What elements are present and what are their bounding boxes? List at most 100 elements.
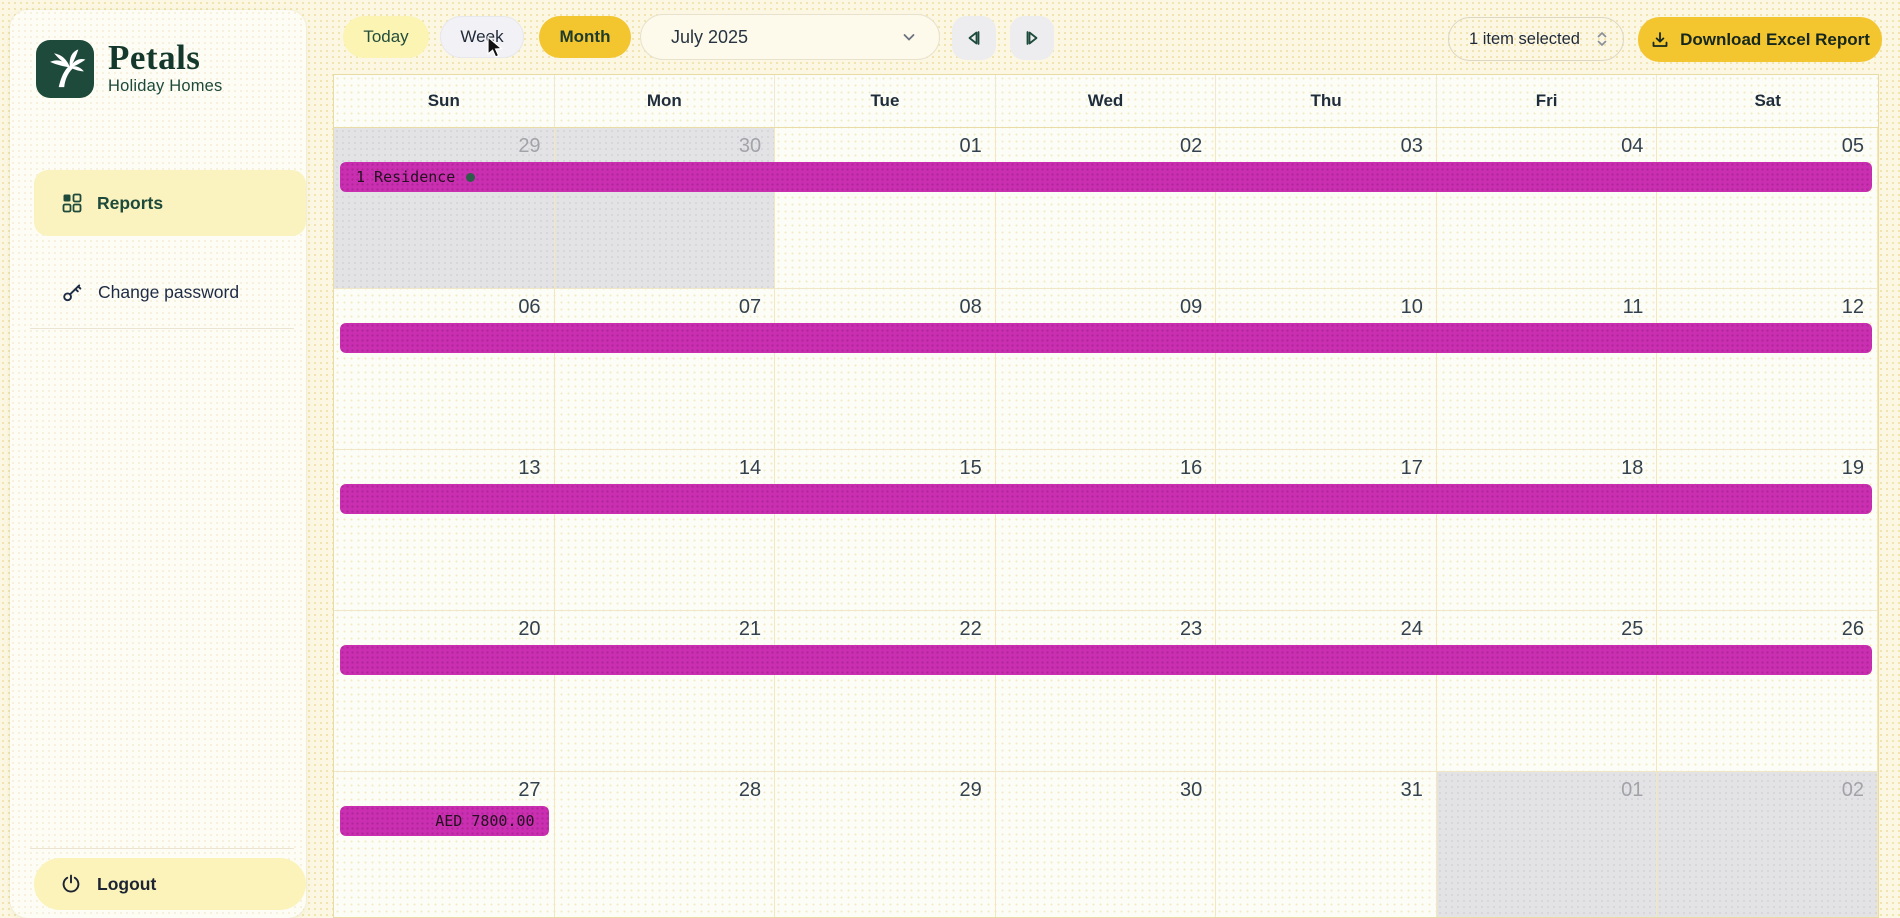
day-number: 25	[1437, 611, 1657, 641]
sidebar-item-reports[interactable]: Reports	[34, 170, 306, 236]
booking-bar[interactable]: AED 7800.00	[340, 806, 549, 836]
day-number: 30	[996, 772, 1216, 802]
calendar-day-cell[interactable]: 17	[1216, 450, 1437, 610]
day-number: 01	[1437, 772, 1657, 802]
booking-bar[interactable]	[340, 484, 1872, 514]
key-icon	[62, 282, 83, 303]
day-number: 26	[1657, 611, 1877, 641]
calendar-day-cell[interactable]: 29	[334, 128, 555, 288]
period-select-value: July 2025	[671, 27, 748, 48]
day-number: 22	[775, 611, 995, 641]
sidebar-divider-top	[30, 328, 294, 329]
calendar-day-cell[interactable]: 24	[1216, 611, 1437, 771]
day-number: 20	[334, 611, 554, 641]
calendar-day-cell[interactable]: 05	[1657, 128, 1878, 288]
calendar-day-cell[interactable]: 01	[775, 128, 996, 288]
day-number: 18	[1437, 450, 1657, 480]
booking-bar[interactable]	[340, 323, 1872, 353]
calendar-day-cell[interactable]: 11	[1437, 289, 1658, 449]
calendar-day-cell[interactable]: 26	[1657, 611, 1878, 771]
booking-bar[interactable]	[340, 645, 1872, 675]
day-number: 01	[775, 128, 995, 158]
calendar-week-1: 29300102030405 1 Residence	[334, 128, 1878, 289]
calendar-day-cell[interactable]: 25	[1437, 611, 1658, 771]
day-header-fri: Fri	[1437, 75, 1658, 127]
day-number: 27	[334, 772, 554, 802]
calendar-day-cell[interactable]: 29	[775, 772, 996, 918]
previous-period-button[interactable]	[952, 16, 996, 60]
next-period-button[interactable]	[1010, 16, 1054, 60]
calendar-day-cell[interactable]: 04	[1437, 128, 1658, 288]
calendar-day-cell[interactable]: 07	[555, 289, 776, 449]
calendar-week-4: 20212223242526	[334, 611, 1878, 772]
items-select[interactable]: 1 item selected	[1448, 17, 1624, 61]
skip-previous-icon	[964, 28, 984, 48]
day-number: 05	[1657, 128, 1877, 158]
calendar-day-cell[interactable]: 03	[1216, 128, 1437, 288]
calendar-day-cell[interactable]: 14	[555, 450, 776, 610]
calendar-day-cell[interactable]: 20	[334, 611, 555, 771]
day-number: 14	[555, 450, 775, 480]
calendar-day-cell[interactable]: 19	[1657, 450, 1878, 610]
sidebar-item-change-password[interactable]: Change password	[34, 268, 306, 316]
booking-bar[interactable]: 1 Residence	[340, 162, 1872, 192]
download-button-label: Download Excel Report	[1680, 30, 1870, 50]
day-number: 19	[1657, 450, 1877, 480]
calendar-day-cell[interactable]: 22	[775, 611, 996, 771]
brand-name: Petals	[108, 40, 222, 76]
calendar-day-cell[interactable]: 10	[1216, 289, 1437, 449]
calendar-week-5: 27282930310102 AED 7800.00	[334, 772, 1878, 918]
today-button[interactable]: Today	[343, 16, 429, 58]
day-number: 07	[555, 289, 775, 319]
calendar-day-cell[interactable]: 27	[334, 772, 555, 918]
calendar-day-cell[interactable]: 16	[996, 450, 1217, 610]
day-number: 17	[1216, 450, 1436, 480]
calendar-day-cell[interactable]: 09	[996, 289, 1217, 449]
day-number: 11	[1437, 289, 1657, 319]
day-number: 24	[1216, 611, 1436, 641]
calendar-day-cell[interactable]: 08	[775, 289, 996, 449]
day-number: 15	[775, 450, 995, 480]
calendar-day-cell[interactable]: 12	[1657, 289, 1878, 449]
day-number: 31	[1216, 772, 1436, 802]
day-header-tue: Tue	[775, 75, 996, 127]
calendar-day-headers: SunMonTueWedThuFriSat	[334, 75, 1878, 128]
brand-text: Petals Holiday Homes	[108, 40, 222, 96]
booking-bar-label: 1 Residence	[356, 168, 455, 186]
calendar: SunMonTueWedThuFriSat 293001020304051 Re…	[333, 74, 1879, 918]
calendar-day-cell[interactable]: 23	[996, 611, 1217, 771]
app-screen: Petals Holiday Homes Reports	[0, 0, 1900, 918]
calendar-day-cell[interactable]: 02	[996, 128, 1217, 288]
chevron-down-icon	[901, 29, 917, 45]
calendar-day-cell[interactable]: 30	[996, 772, 1217, 918]
calendar-body: 293001020304051 Residence060708091011121…	[334, 128, 1878, 918]
calendar-day-cell[interactable]: 01	[1437, 772, 1658, 918]
day-header-sat: Sat	[1657, 75, 1878, 127]
calendar-day-cell[interactable]: 15	[775, 450, 996, 610]
calendar-day-cell[interactable]: 28	[555, 772, 776, 918]
sidebar-divider-bottom	[30, 848, 294, 849]
calendar-day-cell[interactable]: 06	[334, 289, 555, 449]
brand-logo: Petals Holiday Homes	[36, 40, 222, 98]
calendar-day-cell[interactable]: 21	[555, 611, 776, 771]
week-button[interactable]: Week	[440, 16, 524, 58]
grid-icon	[62, 193, 82, 213]
download-excel-report-button[interactable]: Download Excel Report	[1638, 17, 1882, 62]
calendar-day-cell[interactable]: 31	[1216, 772, 1437, 918]
up-down-arrows-icon	[1595, 30, 1609, 48]
day-number: 30	[555, 128, 775, 158]
calendar-day-cell[interactable]: 30	[555, 128, 776, 288]
logout-label: Logout	[97, 874, 156, 895]
skip-next-icon	[1022, 28, 1042, 48]
month-button[interactable]: Month	[539, 16, 631, 58]
day-number: 12	[1657, 289, 1877, 319]
period-select[interactable]: July 2025	[640, 14, 940, 60]
calendar-day-cell[interactable]: 18	[1437, 450, 1658, 610]
day-number: 21	[555, 611, 775, 641]
calendar-day-cell[interactable]: 13	[334, 450, 555, 610]
day-header-thu: Thu	[1216, 75, 1437, 127]
calendar-day-cell[interactable]: 02	[1657, 772, 1878, 918]
logout-button[interactable]: Logout	[34, 858, 306, 910]
day-number: 29	[334, 128, 554, 158]
day-number: 10	[1216, 289, 1436, 319]
